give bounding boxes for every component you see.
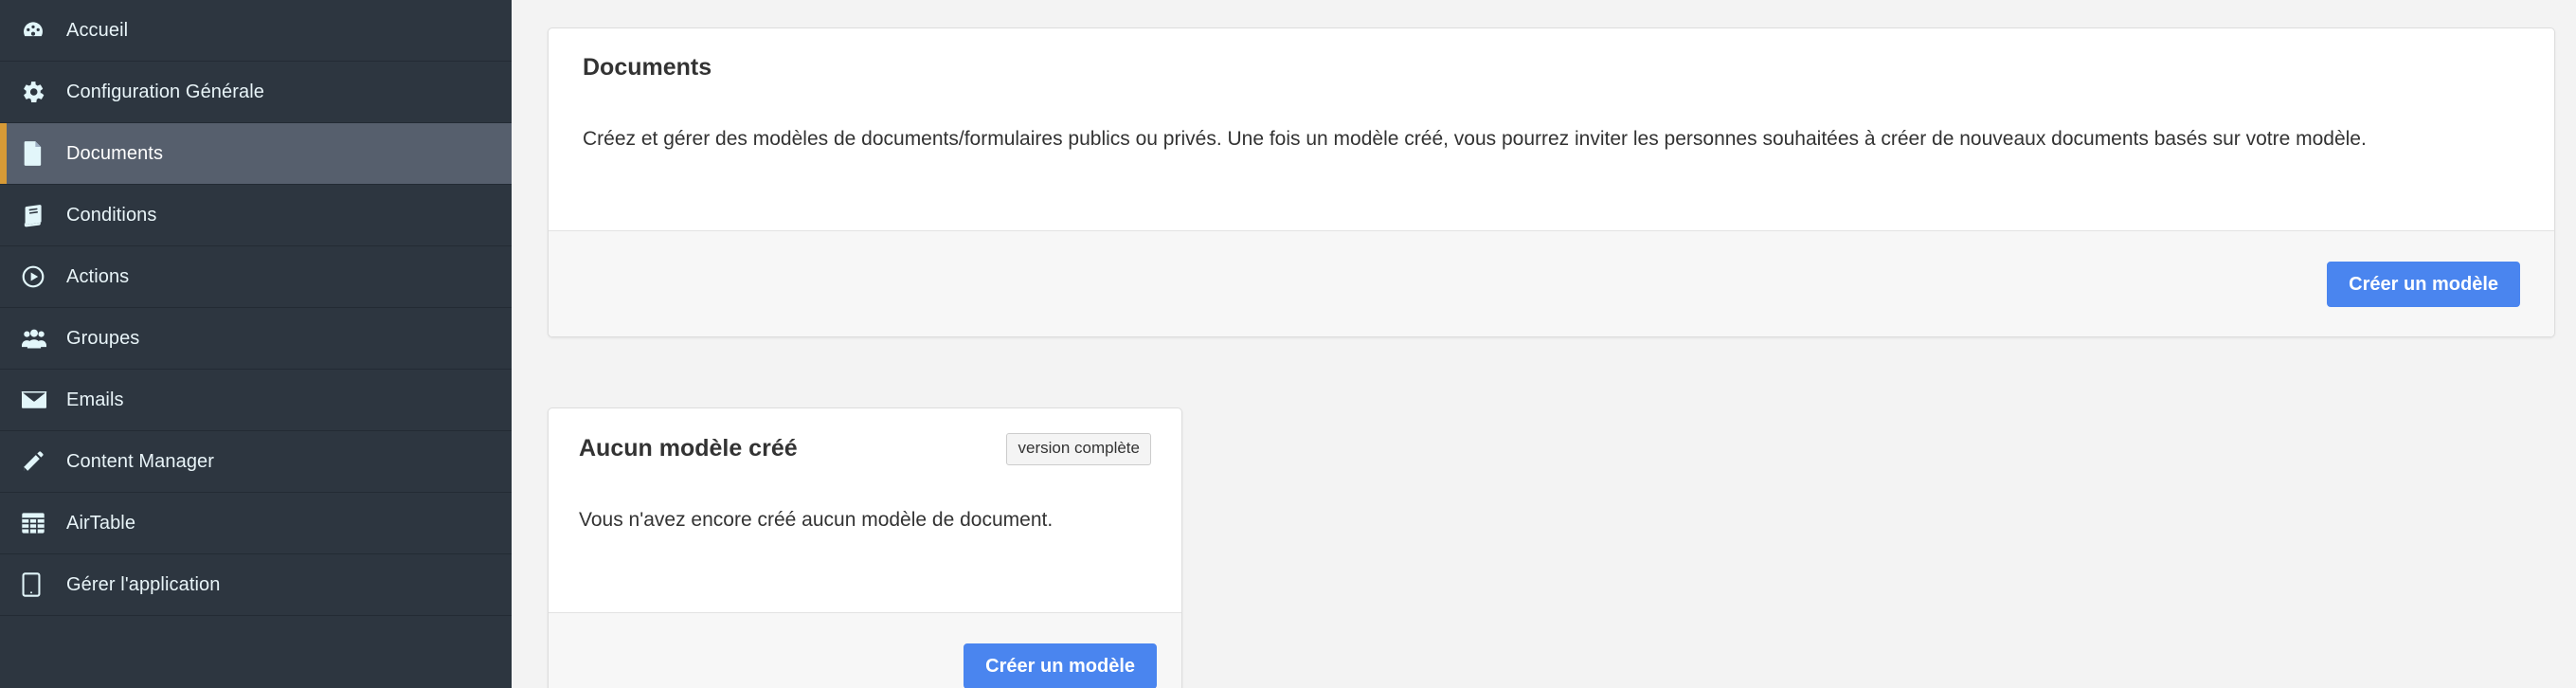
page-title: Documents [583,54,712,81]
create-template-button-top[interactable]: Créer un modèle [2327,261,2520,307]
sidebar-item-conditions[interactable]: Conditions [0,185,512,246]
documents-panel-body: Documents Créez et gérer des modèles de … [549,28,2554,183]
empty-templates-title: Aucun modèle créé [579,435,798,462]
sidebar-item-label: Actions [66,265,130,287]
documents-description: Créez et gérer des modèles de documents/… [583,128,2367,150]
gear-icon [21,78,53,106]
empty-templates-body: Aucun modèle créé version complète Vous … [549,408,1181,567]
play-circle-icon [21,263,53,291]
sidebar-item-label: Configuration Générale [66,81,264,102]
sidebar-item-emails[interactable]: Emails [0,370,512,431]
sidebar-item-label: Content Manager [66,450,215,472]
sidebar-item-label: Gérer l'application [66,573,221,595]
sidebar-item-groupes[interactable]: Groupes [0,308,512,370]
create-template-button-bottom[interactable]: Créer un modèle [964,643,1157,688]
sidebar-item-airtable[interactable]: AirTable [0,493,512,554]
book-icon [21,201,53,229]
empty-templates-header: Aucun modèle créé version complète [579,433,1151,465]
pencil-icon [21,447,53,476]
sidebar-item-configuration-generale[interactable]: Configuration Générale [0,62,512,123]
empty-templates-panel: Aucun modèle créé version complète Vous … [548,407,1182,688]
envelope-icon [21,386,53,414]
sidebar-item-label: Conditions [66,204,157,226]
mobile-device-icon [21,570,53,599]
sidebar-item-label: Emails [66,389,124,410]
dashboard-gauge-icon [21,16,53,45]
sidebar-empty-space [0,616,512,688]
sidebar-item-gerer-application[interactable]: Gérer l'application [0,554,512,616]
sidebar-item-label: Accueil [66,19,129,41]
documents-panel: Documents Créez et gérer des modèles de … [548,27,2555,337]
empty-templates-footer: Créer un modèle [549,612,1181,688]
empty-templates-message: Vous n'avez encore créé aucun modèle de … [579,508,1054,531]
documents-panel-footer: Créer un modèle [549,230,2554,336]
sidebar-item-accueil[interactable]: Accueil [0,0,512,62]
table-grid-icon [21,509,53,537]
sidebar-item-content-manager[interactable]: Content Manager [0,431,512,493]
sidebar-item-label: Documents [66,142,164,164]
sidebar-item-label: AirTable [66,512,136,534]
sidebar-item-documents[interactable]: Documents [0,123,512,185]
sidebar-item-label: Groupes [66,327,140,349]
main-content-area: Documents Créez et gérer des modèles de … [512,0,2576,688]
full-version-badge[interactable]: version complète [1006,433,1151,465]
document-page-icon [21,139,53,168]
users-group-icon [21,324,53,353]
sidebar-item-actions[interactable]: Actions [0,246,512,308]
sidebar-navigation: Accueil Configuration Générale Documents [0,0,512,688]
